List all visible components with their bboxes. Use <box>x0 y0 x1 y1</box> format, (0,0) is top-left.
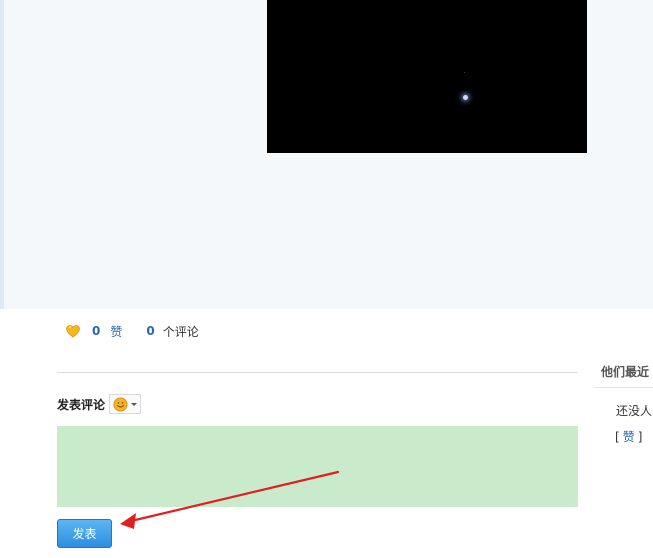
media-panel <box>0 0 653 309</box>
emoji-picker-button[interactable] <box>109 394 142 414</box>
like-link[interactable]: 赞 <box>110 323 122 340</box>
bracket-close: ] <box>637 430 643 444</box>
comment-form-header: 发表评论 <box>57 394 142 414</box>
comments-label: 个评论 <box>162 324 199 339</box>
comment-form-title: 发表评论 <box>57 397 106 412</box>
likes-count: 0 <box>92 324 101 338</box>
section-divider <box>57 372 578 373</box>
bracket-open: [ <box>615 430 620 444</box>
sidebar-like-link[interactable]: 赞 <box>623 430 635 444</box>
smiley-icon <box>113 396 128 412</box>
video-player[interactable] <box>267 0 587 153</box>
recent-visitors-empty: 还没人 <box>616 404 653 418</box>
recent-visitors-title: 他们最近 <box>594 358 653 388</box>
submit-comment-button[interactable]: 发表 <box>57 519 112 548</box>
recent-visitors-panel: 他们最近 还没人 [赞] <box>594 358 653 558</box>
comments-count: 0 <box>146 324 155 338</box>
video-frame-light <box>463 95 468 100</box>
video-frame-speck <box>464 72 465 73</box>
post-stats: 0 赞 0 个评论 <box>66 322 199 340</box>
comment-input[interactable] <box>57 426 578 507</box>
heart-icon[interactable] <box>66 324 80 338</box>
recent-visitors-like: [赞] <box>615 428 642 445</box>
caret-down-icon <box>131 402 138 406</box>
